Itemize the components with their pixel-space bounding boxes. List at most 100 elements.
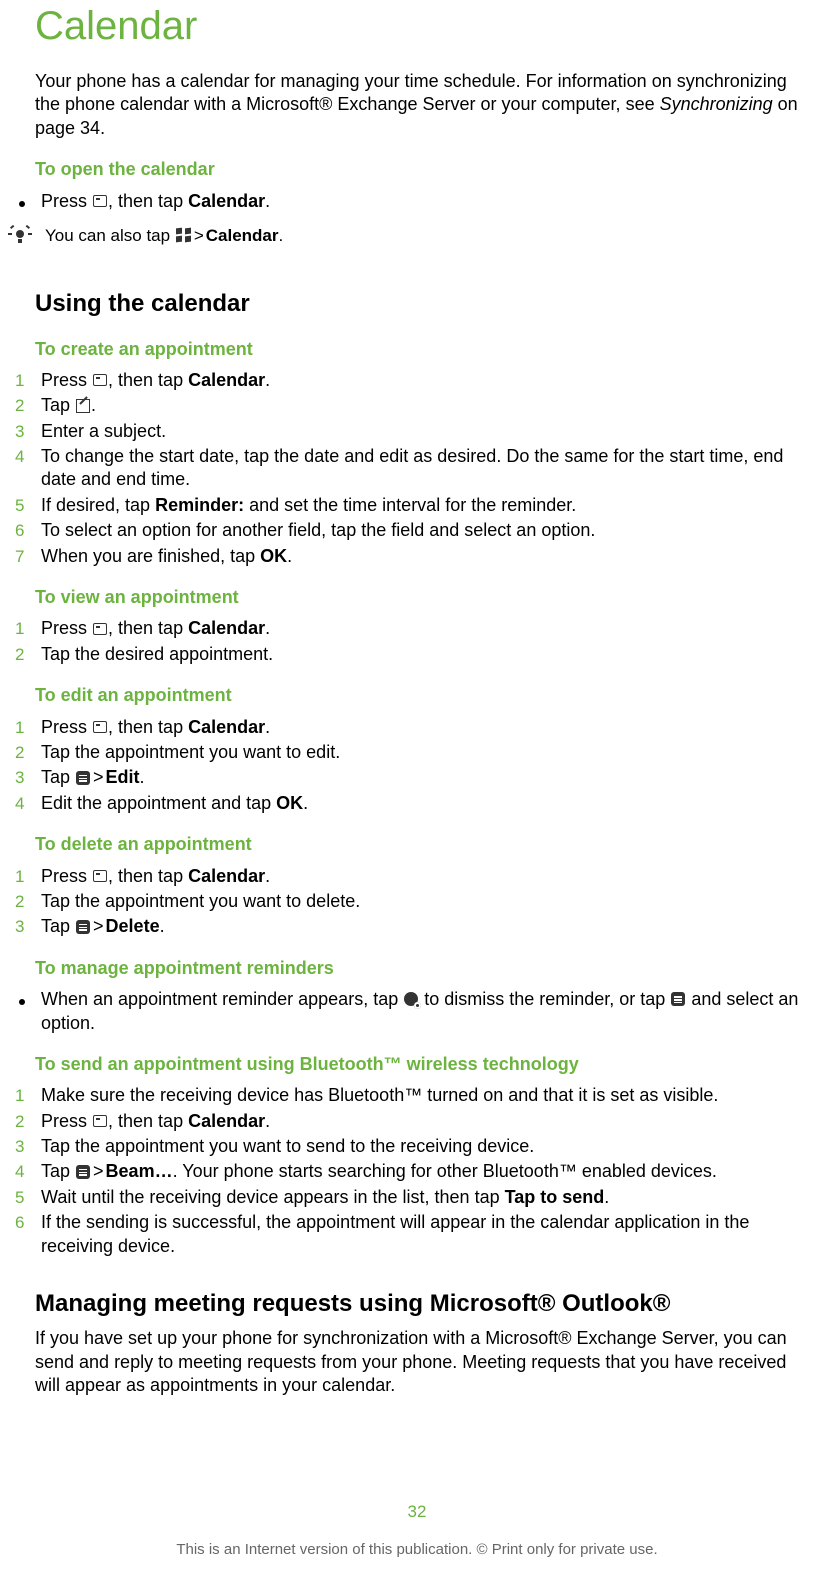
text: . (265, 717, 270, 737)
step-number: 1 (15, 618, 24, 640)
step-number: 3 (15, 916, 24, 938)
heading-view-appointment: To view an appointment (35, 586, 804, 609)
menu-icon (76, 771, 90, 785)
menu-icon (76, 1165, 90, 1179)
text: To select an option for another field, t… (41, 519, 804, 542)
step-number: 1 (15, 370, 24, 392)
text: To change the start date, tap the date a… (41, 445, 804, 492)
heading-create-appointment: To create an appointment (35, 338, 804, 361)
list-item: 2Tap the desired appointment. (35, 643, 804, 666)
step-number: 1 (15, 717, 24, 739)
text: , then tap (108, 866, 188, 886)
intro-paragraph: Your phone has a calendar for managing y… (35, 70, 804, 140)
step-number: 2 (15, 1111, 24, 1133)
page-title: Calendar (35, 0, 804, 52)
list-item: 5If desired, tap Reminder: and set the t… (35, 494, 804, 517)
gt: > (91, 916, 106, 936)
heading-delete-appointment: To delete an appointment (35, 833, 804, 856)
text: If desired, tap (41, 495, 155, 515)
text: You can also tap (45, 226, 175, 245)
list-item: 4Edit the appointment and tap OK. (35, 792, 804, 815)
text: Press (41, 1111, 92, 1131)
home-icon (93, 1115, 107, 1127)
step-number: 1 (15, 1085, 24, 1107)
list-item: 1Press , then tap Calendar. (35, 716, 804, 739)
dismiss-icon (404, 992, 418, 1006)
step-number: 2 (15, 644, 24, 666)
heading-using-calendar: Using the calendar (35, 288, 804, 319)
calendar-label: Calendar (206, 226, 279, 245)
text: Tap the appointment you want to delete. (41, 890, 804, 913)
text: If the sending is successful, the appoin… (41, 1211, 804, 1258)
intro-link-synchronizing: Synchronizing (660, 94, 773, 114)
step-number: 6 (15, 1212, 24, 1234)
bullet-icon (19, 999, 25, 1005)
list-item: 3Tap >Delete. (35, 915, 804, 938)
list-item: 6If the sending is successful, the appoi… (35, 1211, 804, 1258)
list-item: 2Press , then tap Calendar. (35, 1110, 804, 1133)
new-appointment-icon (76, 399, 90, 413)
text: , then tap (108, 1111, 188, 1131)
step-number: 7 (15, 546, 24, 568)
text: Press (41, 717, 92, 737)
tip-row: You can also tap >Calendar. (11, 225, 804, 248)
text: , then tap (108, 618, 188, 638)
footer-note: This is an Internet version of this publ… (176, 1541, 657, 1558)
text: . (160, 916, 165, 936)
home-icon (93, 721, 107, 733)
list-item: 7When you are finished, tap OK. (35, 545, 804, 568)
calendar-label: Calendar (188, 370, 265, 390)
list-item: 3Tap >Edit. (35, 766, 804, 789)
edit-label: Edit (106, 767, 140, 787)
text: Tap (41, 395, 75, 415)
text: . (287, 546, 292, 566)
text: Tap the desired appointment. (41, 643, 804, 666)
page-footer: 32 This is an Internet version of this p… (0, 1501, 834, 1560)
step-number: 3 (15, 1136, 24, 1158)
reminder-label: Reminder: (155, 495, 244, 515)
text: . (265, 191, 270, 211)
tip-bulb-icon (12, 227, 28, 245)
step-number: 2 (15, 891, 24, 913)
text: Tap (41, 1161, 75, 1181)
page-number: 32 (0, 1501, 834, 1523)
heading-edit-appointment: To edit an appointment (35, 684, 804, 707)
outlook-paragraph: If you have set up your phone for synchr… (35, 1327, 804, 1397)
step-number: 6 (15, 520, 24, 542)
gt: > (192, 226, 206, 245)
heading-outlook: Managing meeting requests using Microsof… (35, 1288, 804, 1319)
text: Tap the appointment you want to send to … (41, 1135, 804, 1158)
heading-send-bluetooth: To send an appointment using Bluetooth™ … (35, 1053, 804, 1076)
ok-label: OK (260, 546, 287, 566)
beam-label: Beam… (106, 1161, 173, 1181)
text: Press (41, 191, 92, 211)
text: . (265, 618, 270, 638)
list-item: 4Tap >Beam…. Your phone starts searching… (35, 1160, 804, 1183)
text: , then tap (108, 717, 188, 737)
step-number: 1 (15, 866, 24, 888)
text: . (265, 866, 270, 886)
list-item: 1Make sure the receiving device has Blue… (35, 1084, 804, 1107)
text: , then tap (108, 191, 188, 211)
calendar-label: Calendar (188, 866, 265, 886)
menu-icon (671, 992, 685, 1006)
home-icon (93, 195, 107, 207)
list-item: 1Press , then tap Calendar. (35, 617, 804, 640)
text: When you are finished, tap (41, 546, 260, 566)
list-item: 1Press , then tap Calendar. (35, 369, 804, 392)
step-number: 3 (15, 767, 24, 789)
text: Enter a subject. (41, 420, 804, 443)
calendar-label: Calendar (188, 1111, 265, 1131)
text: Tap the appointment you want to edit. (41, 741, 804, 764)
text: Tap (41, 767, 75, 787)
bullet-icon (19, 201, 25, 207)
text: . (91, 395, 96, 415)
list-item: 1Press , then tap Calendar. (35, 865, 804, 888)
step-number: 3 (15, 421, 24, 443)
text: . (265, 1111, 270, 1131)
text: When an appointment reminder appears, ta… (41, 989, 403, 1009)
home-icon (93, 870, 107, 882)
text: . Your phone starts searching for other … (173, 1161, 717, 1181)
step-number: 4 (15, 1161, 24, 1183)
list-item: 3Tap the appointment you want to send to… (35, 1135, 804, 1158)
